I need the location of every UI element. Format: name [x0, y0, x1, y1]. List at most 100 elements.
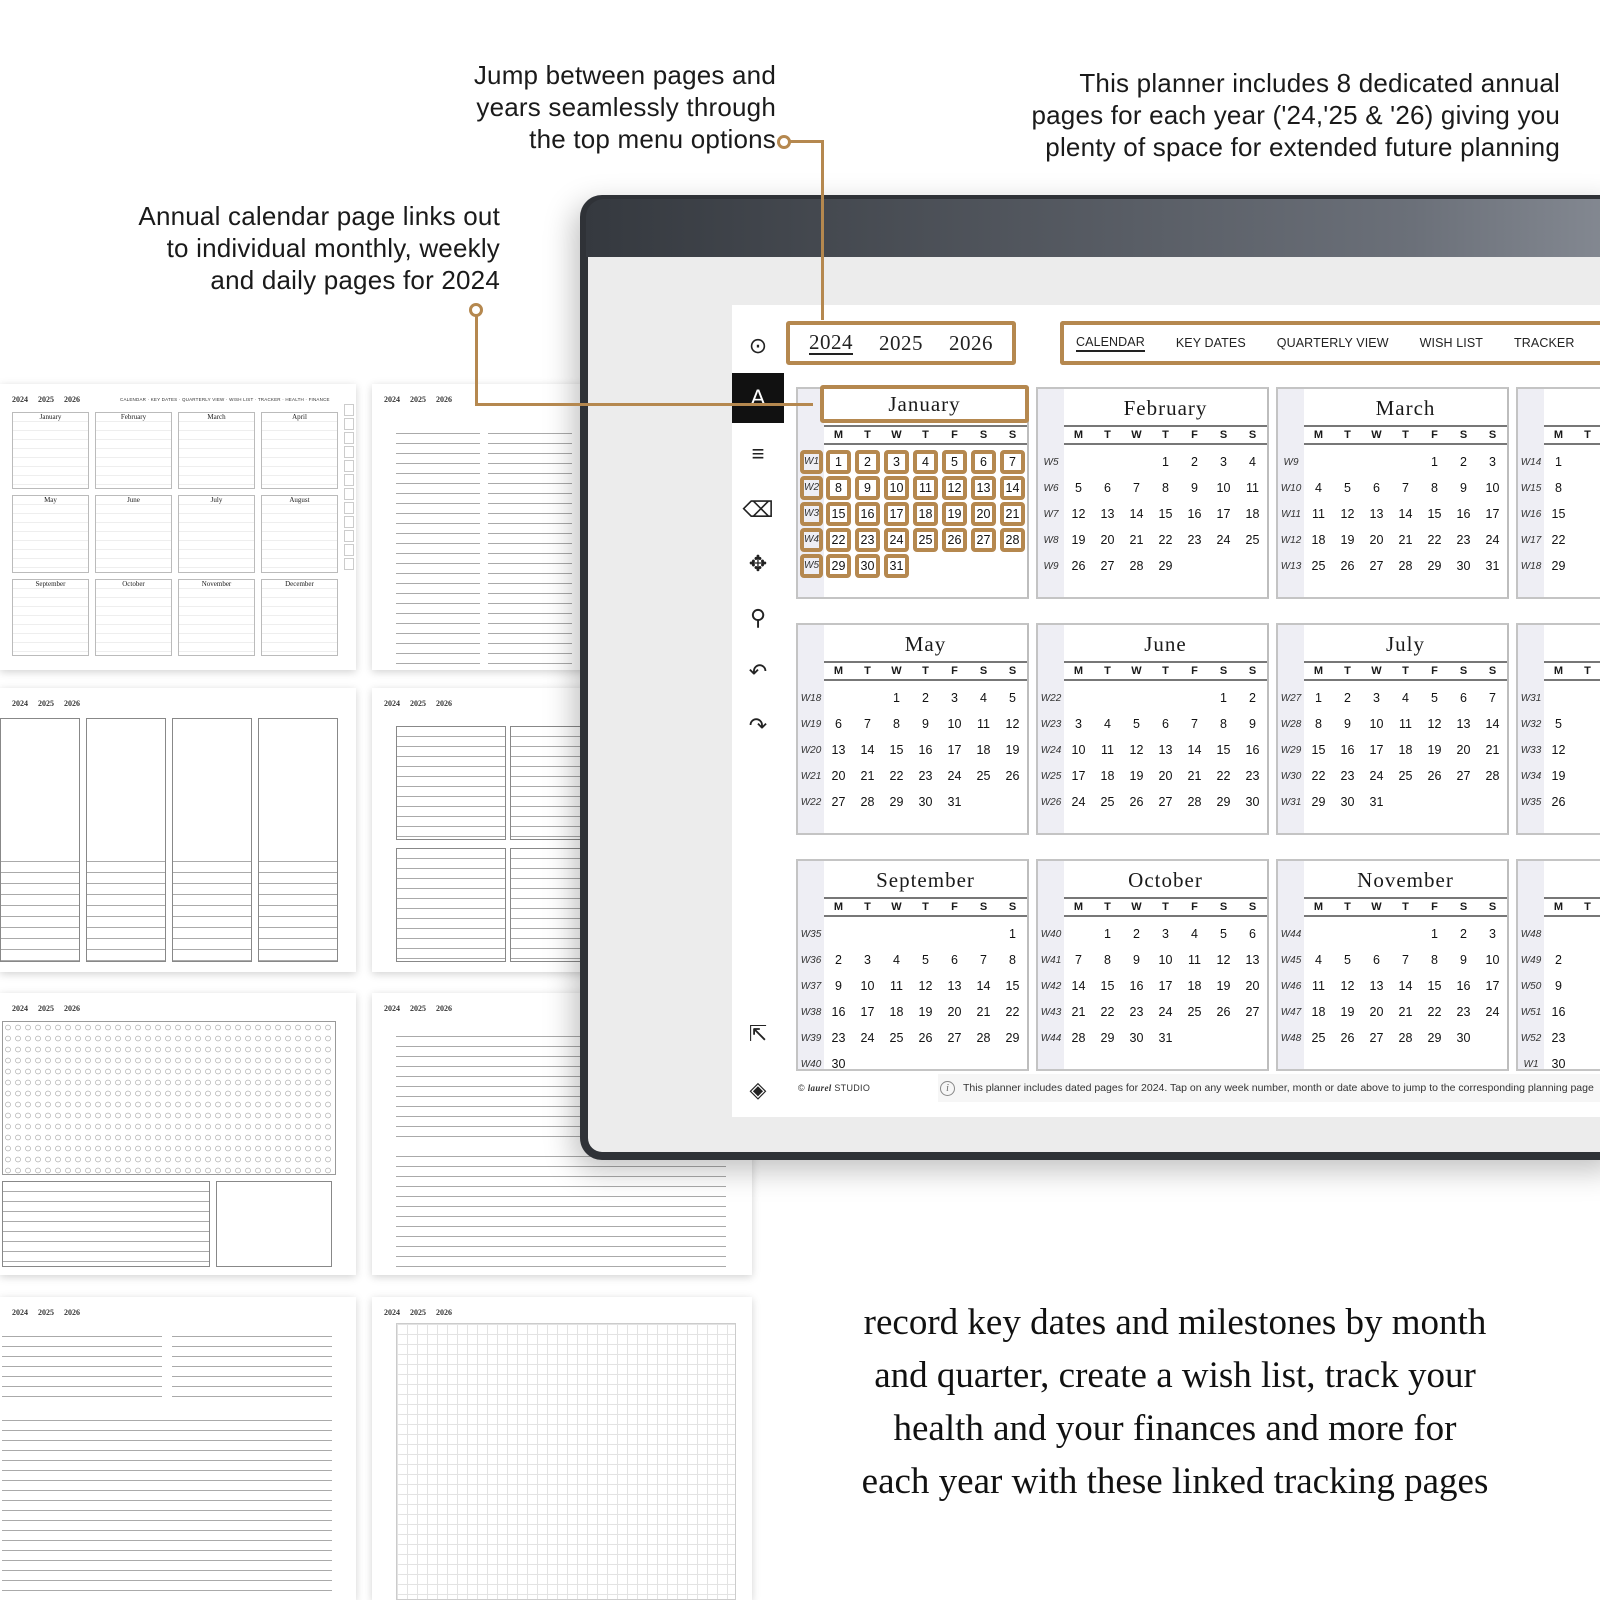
undo-icon[interactable]: ↶: [732, 647, 784, 697]
date-link[interactable]: 22: [1544, 533, 1573, 547]
date-link[interactable]: 4: [1304, 953, 1333, 967]
date-link[interactable]: 2: [855, 450, 880, 474]
date-link[interactable]: 7: [1064, 953, 1093, 967]
date-link[interactable]: 13: [1449, 717, 1478, 731]
date-link[interactable]: 25: [969, 769, 998, 783]
date-link[interactable]: 9: [1544, 979, 1573, 993]
date-link[interactable]: 9: [1122, 953, 1151, 967]
date-link[interactable]: 28: [1122, 559, 1151, 573]
month-title[interactable]: January: [820, 385, 1029, 423]
date-link[interactable]: 21: [1000, 502, 1025, 526]
date-link[interactable]: 15: [826, 502, 851, 526]
date-link[interactable]: 16: [1122, 979, 1151, 993]
date-link[interactable]: 6: [1093, 481, 1122, 495]
date-link[interactable]: 10: [1478, 953, 1507, 967]
date-link[interactable]: 16: [1449, 507, 1478, 521]
date-link[interactable]: 21: [1180, 769, 1209, 783]
date-link[interactable]: 28: [1391, 1031, 1420, 1045]
date-link[interactable]: 17: [1478, 979, 1507, 993]
week-number-link[interactable]: W40: [798, 1059, 824, 1070]
date-link[interactable]: 6: [1362, 953, 1391, 967]
date-link[interactable]: 13: [1151, 743, 1180, 757]
date-link[interactable]: 5: [1333, 953, 1362, 967]
date-link[interactable]: 30: [855, 554, 880, 578]
date-link[interactable]: 5: [1420, 691, 1449, 705]
date-link[interactable]: 25: [1093, 795, 1122, 809]
date-link[interactable]: 5: [1544, 717, 1573, 731]
date-link[interactable]: 27: [1238, 1005, 1267, 1019]
date-link[interactable]: 5: [998, 691, 1027, 705]
date-link[interactable]: 2: [1122, 927, 1151, 941]
date-link[interactable]: 12: [998, 717, 1027, 731]
date-link[interactable]: 30: [824, 1057, 853, 1071]
date-link[interactable]: 5: [911, 953, 940, 967]
date-link[interactable]: 20: [1449, 743, 1478, 757]
date-link[interactable]: 18: [1238, 507, 1267, 521]
date-link[interactable]: 11: [913, 476, 938, 500]
week-number-link[interactable]: W27: [1278, 693, 1304, 704]
date-link[interactable]: 8: [826, 476, 851, 500]
date-link[interactable]: 3: [1478, 455, 1507, 469]
week-number-link[interactable]: W16: [1518, 509, 1544, 520]
date-link[interactable]: 30: [1449, 559, 1478, 573]
date-link[interactable]: 26: [1333, 1031, 1362, 1045]
date-link[interactable]: 5: [1122, 717, 1151, 731]
date-link[interactable]: 9: [855, 476, 880, 500]
week-number-link[interactable]: W8: [1038, 535, 1064, 546]
date-link[interactable]: 25: [913, 528, 938, 552]
date-link[interactable]: 12: [1122, 743, 1151, 757]
date-link[interactable]: 13: [1093, 507, 1122, 521]
week-number-link[interactable]: W32: [1518, 719, 1544, 730]
date-link[interactable]: 2: [824, 953, 853, 967]
week-number-link[interactable]: W23: [1038, 719, 1064, 730]
date-link[interactable]: 31: [884, 554, 909, 578]
date-link[interactable]: 13: [1238, 953, 1267, 967]
week-number-link[interactable]: W48: [1518, 929, 1544, 940]
date-link[interactable]: 30: [1238, 795, 1267, 809]
week-number-link[interactable]: W19: [798, 719, 824, 730]
week-number-link[interactable]: W36: [798, 955, 824, 966]
date-link[interactable]: 26: [942, 528, 967, 552]
date-link[interactable]: 14: [1391, 507, 1420, 521]
date-link[interactable]: 23: [1449, 1005, 1478, 1019]
date-link[interactable]: 22: [1420, 533, 1449, 547]
date-link[interactable]: 30: [1544, 1057, 1573, 1071]
date-link[interactable]: 12: [1544, 743, 1573, 757]
week-number-link[interactable]: W38: [798, 1007, 824, 1018]
week-number-link[interactable]: W26: [1038, 797, 1064, 808]
nav-wish-list[interactable]: WISH LIST: [1420, 336, 1483, 350]
date-link[interactable]: 15: [998, 979, 1027, 993]
date-link[interactable]: 1: [1420, 927, 1449, 941]
date-link[interactable]: 11: [882, 979, 911, 993]
week-number-link[interactable]: W21: [798, 771, 824, 782]
date-link[interactable]: 4: [1093, 717, 1122, 731]
move-icon[interactable]: ✥: [732, 539, 784, 589]
date-link[interactable]: 2: [1449, 927, 1478, 941]
date-link[interactable]: 9: [1449, 481, 1478, 495]
week-number-link[interactable]: W39: [798, 1033, 824, 1044]
week-number-link[interactable]: W22: [1038, 693, 1064, 704]
date-link[interactable]: 3: [1064, 717, 1093, 731]
week-number-link[interactable]: W5: [1038, 457, 1064, 468]
date-link[interactable]: 24: [1478, 533, 1507, 547]
date-link[interactable]: 8: [1209, 717, 1238, 731]
date-link[interactable]: 23: [1449, 533, 1478, 547]
date-link[interactable]: 27: [971, 528, 996, 552]
date-link[interactable]: 6: [1449, 691, 1478, 705]
date-link[interactable]: 14: [1391, 979, 1420, 993]
date-link[interactable]: 27: [1362, 559, 1391, 573]
week-number-link[interactable]: W41: [1038, 955, 1064, 966]
date-link[interactable]: 19: [998, 743, 1027, 757]
date-link[interactable]: 1: [1209, 691, 1238, 705]
date-link[interactable]: 29: [826, 554, 851, 578]
week-number-link[interactable]: W45: [1278, 955, 1304, 966]
date-link[interactable]: 5: [1209, 927, 1238, 941]
date-link[interactable]: 12: [942, 476, 967, 500]
date-link[interactable]: 24: [1209, 533, 1238, 547]
week-number-link[interactable]: W9: [1038, 561, 1064, 572]
week-number-link[interactable]: W15: [1518, 483, 1544, 494]
date-link[interactable]: 14: [1180, 743, 1209, 757]
date-link[interactable]: 28: [1478, 769, 1507, 783]
date-link[interactable]: 29: [882, 795, 911, 809]
date-link[interactable]: 18: [1391, 743, 1420, 757]
